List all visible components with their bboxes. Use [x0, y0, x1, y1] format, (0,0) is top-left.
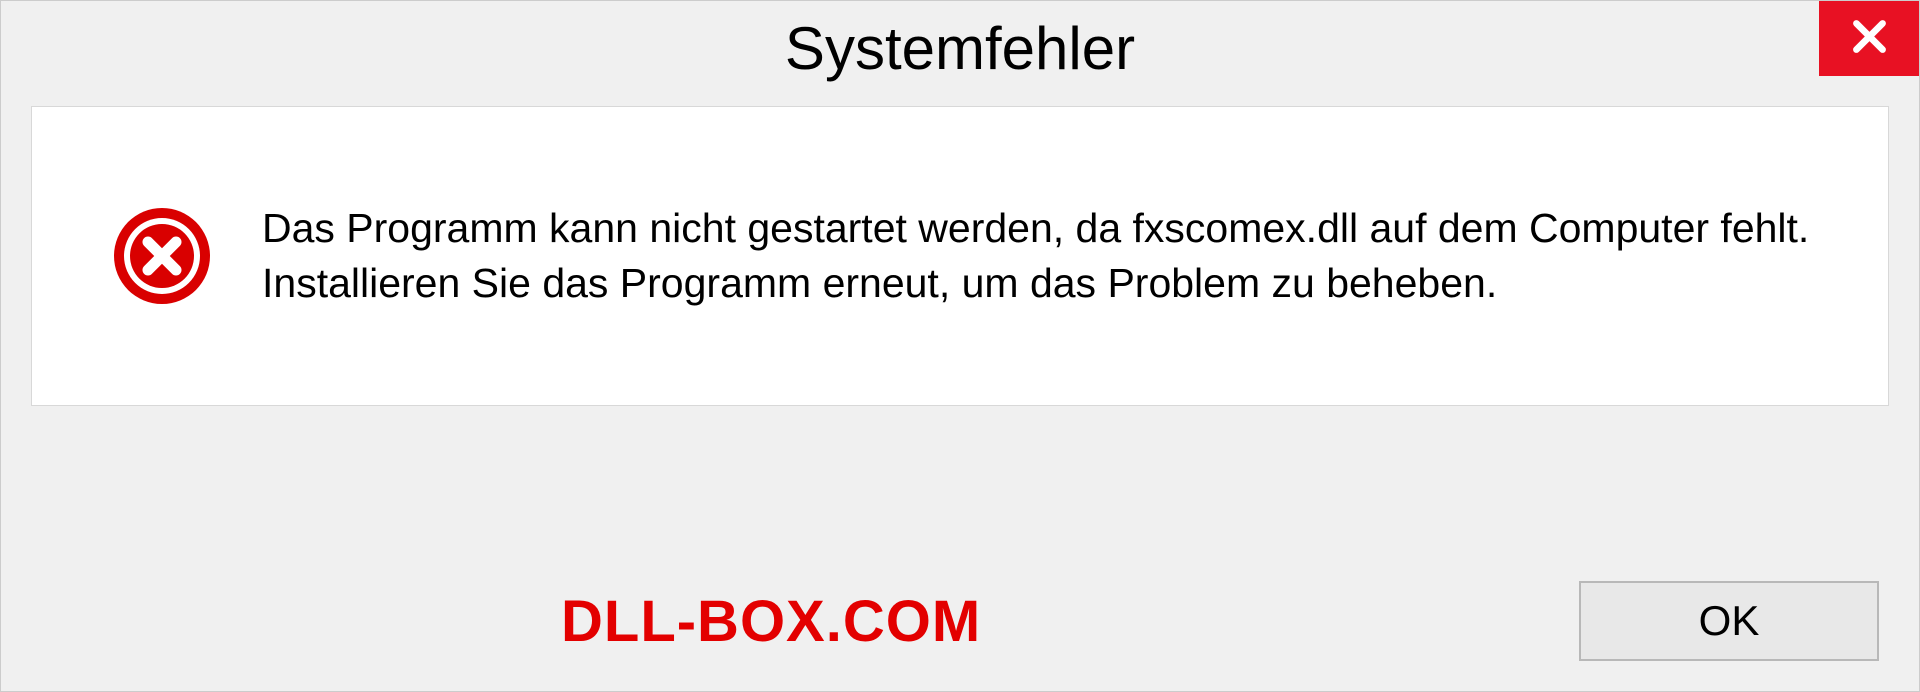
dialog-title: Systemfehler	[785, 14, 1135, 83]
titlebar: Systemfehler	[1, 1, 1919, 96]
close-button[interactable]	[1819, 1, 1919, 76]
watermark-text: DLL-BOX.COM	[561, 588, 981, 655]
error-dialog: Systemfehler Das Programm kann nicht ges…	[0, 0, 1920, 692]
ok-button-label: OK	[1699, 597, 1760, 645]
content-box: Das Programm kann nicht gestartet werden…	[31, 106, 1889, 406]
ok-button[interactable]: OK	[1579, 581, 1879, 661]
close-icon	[1847, 14, 1892, 64]
error-icon	[112, 206, 212, 306]
error-message: Das Programm kann nicht gestartet werden…	[262, 201, 1828, 312]
dialog-footer: DLL-BOX.COM OK	[31, 581, 1889, 661]
